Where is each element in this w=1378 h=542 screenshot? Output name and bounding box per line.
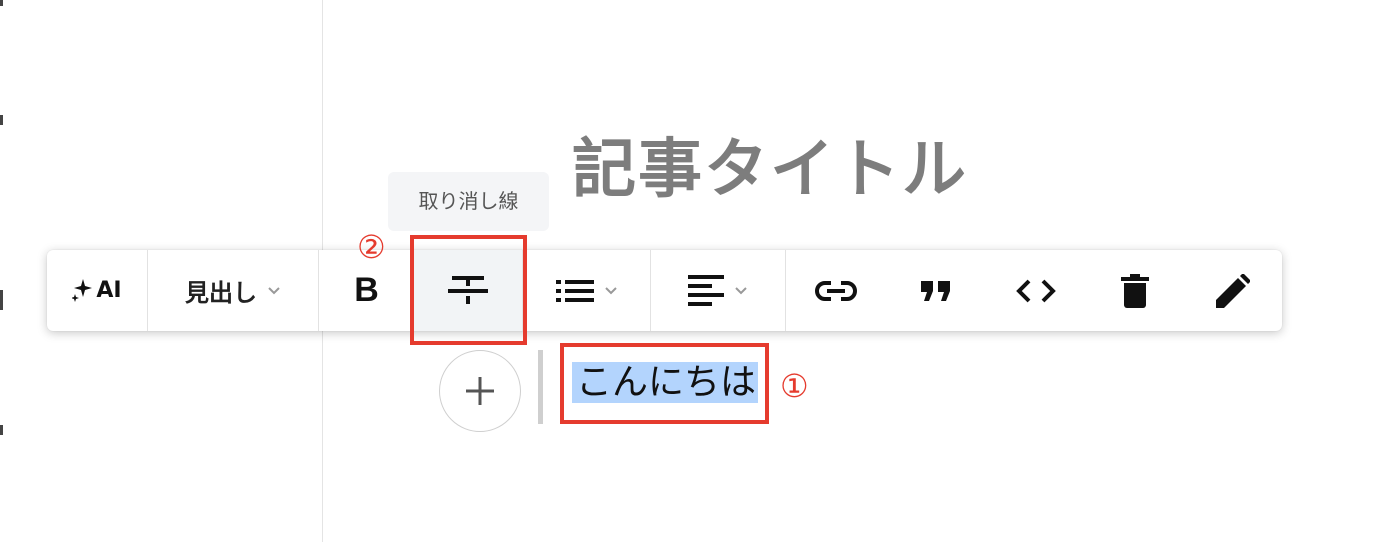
page-title[interactable]: 記事タイトル (572, 128, 968, 212)
pencil-icon (1215, 273, 1250, 308)
code-icon (1015, 278, 1057, 304)
align-left-icon (688, 274, 724, 307)
block-indicator (538, 350, 543, 424)
align-dropdown[interactable] (651, 250, 785, 331)
formatting-toolbar: AI 見出し B (47, 250, 1282, 331)
bold-icon: B (354, 271, 379, 309)
edge-mark (0, 0, 3, 6)
trash-icon (1120, 273, 1149, 308)
annotation-number-1: ① (780, 367, 809, 405)
heading-dropdown[interactable]: 見出し (148, 250, 318, 331)
heading-label: 見出し (185, 279, 257, 307)
chevron-down-icon (734, 286, 748, 296)
edge-mark (0, 425, 3, 435)
add-block-button[interactable] (439, 350, 521, 432)
quote-icon (921, 280, 951, 301)
list-dropdown[interactable] (523, 250, 650, 331)
sparkles-icon (72, 278, 94, 303)
ai-button[interactable]: AI (47, 250, 147, 331)
edge-mark (0, 115, 3, 125)
annotation-number-2: ② (357, 228, 386, 266)
link-icon (814, 280, 858, 302)
link-button[interactable] (786, 250, 886, 331)
list-icon (555, 279, 594, 303)
ai-label: AI (96, 278, 122, 303)
code-button[interactable] (986, 250, 1086, 331)
chevron-down-icon (604, 286, 618, 296)
left-edge-scroll (0, 0, 6, 542)
delete-button[interactable] (1086, 250, 1183, 331)
annotation-box-strikethrough (410, 235, 527, 345)
strikethrough-tooltip: 取り消し線 (388, 172, 549, 231)
chevron-down-icon (267, 286, 281, 296)
edit-button[interactable] (1183, 250, 1282, 331)
plus-icon (464, 375, 496, 407)
quote-button[interactable] (886, 250, 986, 331)
annotation-box-selected-text (560, 343, 769, 424)
edge-mark (0, 290, 3, 310)
